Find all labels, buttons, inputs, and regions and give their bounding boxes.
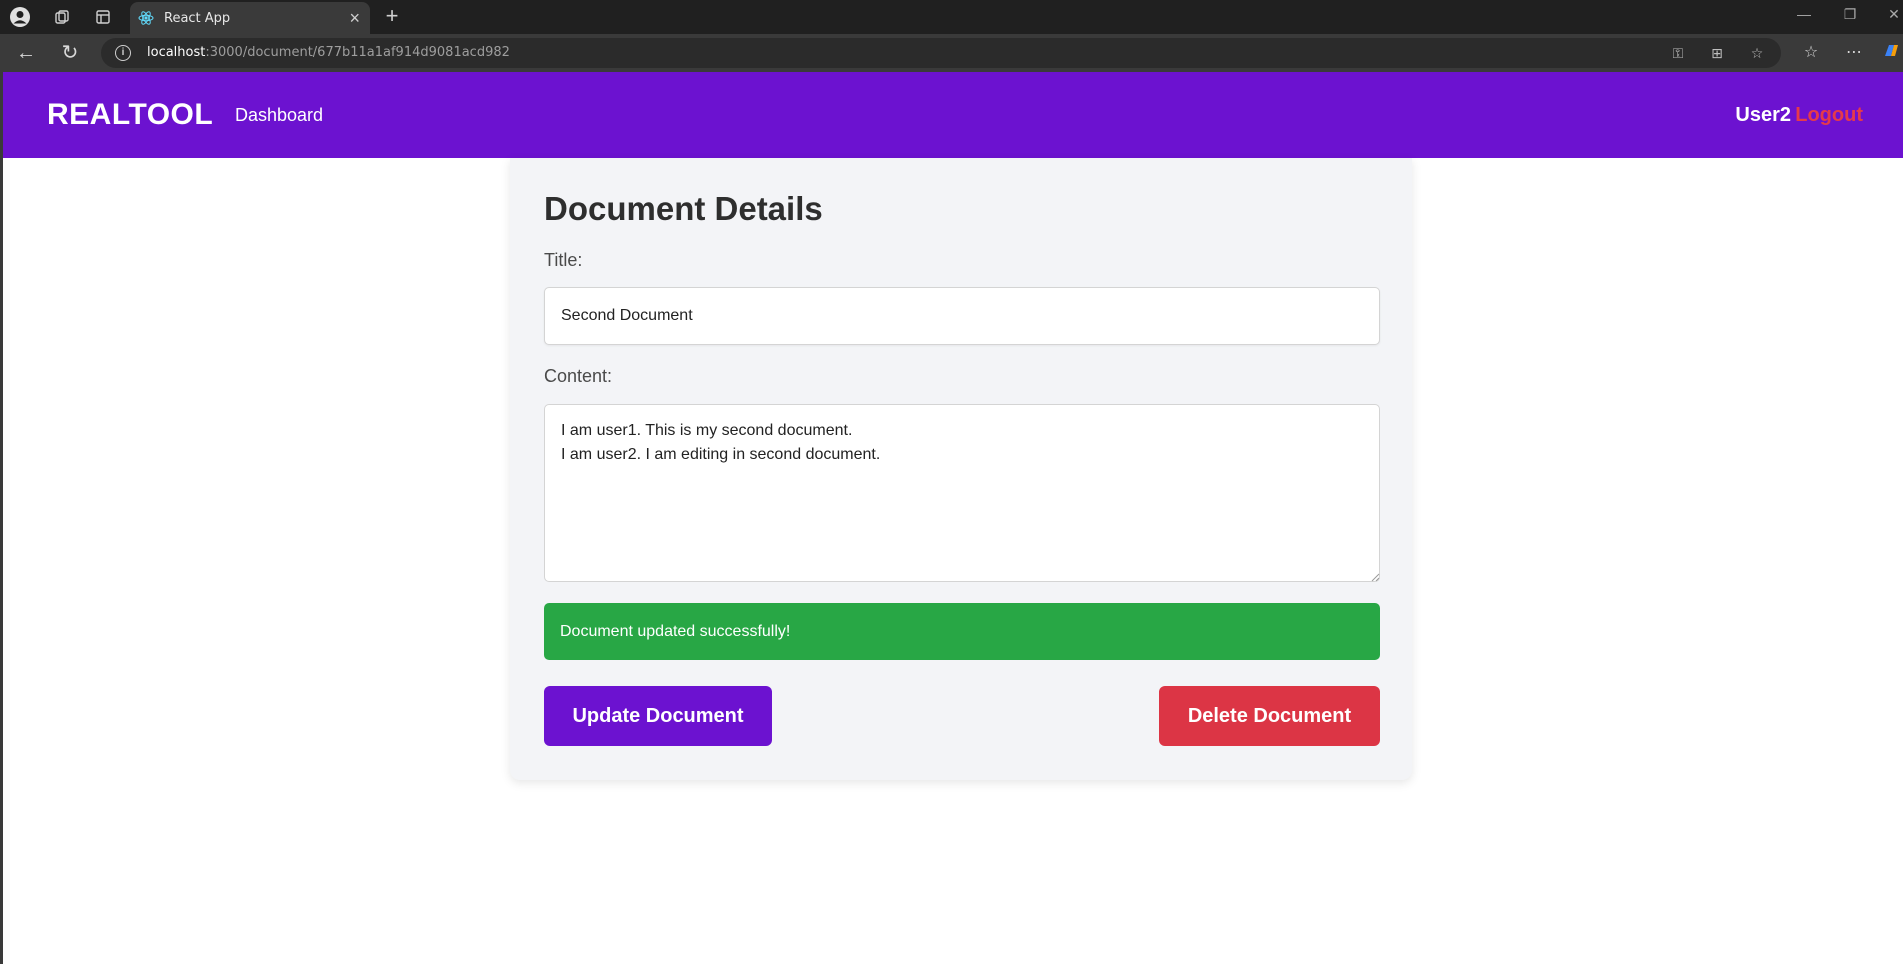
resize-handle-icon[interactable] [1371,573,1380,582]
url-text: localhost:3000/document/677b11a1af914d90… [147,45,510,60]
favorites-icon[interactable]: ☆ [1800,42,1822,62]
update-document-button[interactable]: Update Document [544,686,772,746]
favorite-star-icon[interactable]: ☆ [1748,45,1766,62]
tab-title: React App [164,10,231,26]
tab-actions-icon[interactable] [91,5,115,29]
logout-link[interactable]: Logout [1795,104,1863,127]
page-title: Document Details [544,190,823,227]
document-details-card: Document Details Title: Second Document … [510,158,1412,780]
current-user-label: User2 [1735,104,1791,126]
content-label: Content: [544,366,613,386]
minimize-icon[interactable]: — [1794,6,1814,22]
content-textarea[interactable]: I am user1. This is my second document. … [544,404,1380,582]
split-screen-icon[interactable]: ⊞ [1708,45,1726,62]
app-viewport: REALTOOL Dashboard User2 Logout Document… [0,72,1903,964]
delete-document-button[interactable]: Delete Document [1159,686,1380,746]
title-label: Title: [544,250,583,270]
browser-tab-strip: React App × + — ❐ ✕ [0,0,1903,34]
brand-logo[interactable]: REALTOOL [47,98,213,132]
success-alert: Document updated successfully! [544,603,1380,660]
browser-tab-active[interactable]: React App × [130,2,370,34]
browser-address-bar: ← ↻ i localhost:3000/document/677b11a1af… [0,34,1903,72]
reload-icon[interactable]: ↻ [58,41,82,65]
key-icon[interactable]: ⚿ [1669,45,1687,62]
profile-icon[interactable] [8,5,32,29]
back-icon[interactable]: ← [14,41,38,65]
url-field[interactable]: i localhost:3000/document/677b11a1af914d… [101,38,1781,68]
more-menu-icon[interactable]: ⋯ [1843,42,1865,62]
restore-icon[interactable]: ❐ [1840,6,1860,23]
title-input[interactable]: Second Document [544,287,1380,345]
copilot-icon[interactable] [1880,42,1902,65]
close-window-icon[interactable]: ✕ [1884,6,1903,23]
dashboard-link[interactable]: Dashboard [235,105,323,126]
close-tab-icon[interactable]: × [349,9,360,27]
react-logo-icon [138,11,154,25]
top-navbar: REALTOOL Dashboard User2 Logout [3,72,1903,158]
collections-icon[interactable] [50,5,74,29]
site-info-icon[interactable]: i [115,45,131,61]
new-tab-icon[interactable]: + [380,5,404,29]
